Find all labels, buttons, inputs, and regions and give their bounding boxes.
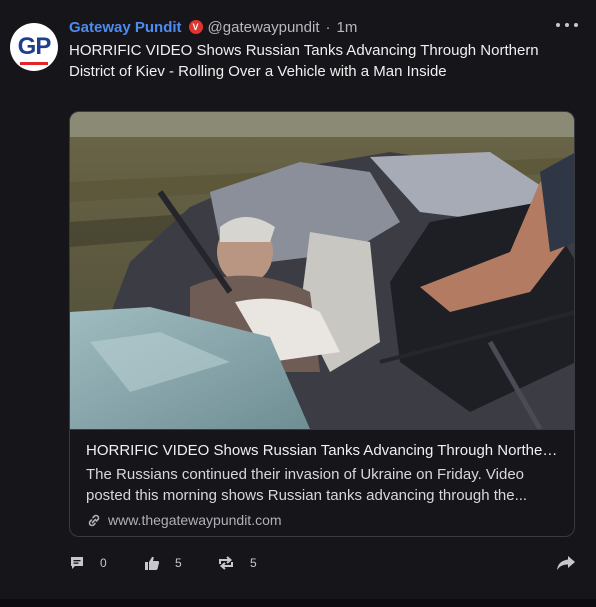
- avatar-logo-text: GP: [17, 33, 52, 60]
- share-button[interactable]: [556, 552, 576, 574]
- card-title[interactable]: HORRIFIC VIDEO Shows Russian Tanks Advan…: [86, 440, 562, 462]
- like-count: 5: [175, 556, 182, 570]
- avatar[interactable]: GP: [10, 23, 58, 71]
- more-options-button[interactable]: [556, 18, 578, 32]
- more-dot-icon: [574, 23, 578, 27]
- post-header: Gateway Pundit V @gatewaypundit · 1m: [69, 17, 357, 37]
- reblog-count: 5: [250, 556, 257, 570]
- comment-icon: [71, 557, 83, 569]
- thumbs-up-icon: [145, 556, 160, 570]
- reply-button[interactable]: 0: [69, 552, 107, 574]
- more-dot-icon: [556, 23, 560, 27]
- post-text: HORRIFIC VIDEO Shows Russian Tanks Advan…: [69, 42, 539, 80]
- link-preview-card[interactable]: HORRIFIC VIDEO Shows Russian Tanks Advan…: [69, 111, 575, 537]
- like-button[interactable]: 5: [144, 552, 182, 574]
- link-icon: [88, 514, 100, 527]
- bottom-divider: [0, 599, 596, 607]
- post: GP Gateway Pundit V @gatewaypundit · 1m …: [0, 0, 596, 607]
- card-url[interactable]: www.thegatewaypundit.com: [86, 512, 282, 528]
- card-url-text: www.thegatewaypundit.com: [108, 512, 282, 528]
- card-description: The Russians continued their invasion of…: [86, 466, 528, 504]
- more-dot-icon: [565, 23, 569, 27]
- verified-badge-icon: V: [188, 20, 203, 34]
- avatar-logo-bar: [20, 62, 48, 65]
- card-body: HORRIFIC VIDEO Shows Russian Tanks Advan…: [70, 429, 574, 536]
- separator-dot: ·: [325, 18, 331, 36]
- repost-icon: [219, 556, 233, 570]
- card-image: [70, 112, 574, 429]
- timestamp[interactable]: 1m: [337, 19, 358, 36]
- display-name[interactable]: Gateway Pundit: [69, 19, 182, 36]
- action-bar: 0 5 5: [69, 552, 579, 574]
- reply-count: 0: [100, 556, 107, 570]
- share-arrow-icon: [557, 556, 575, 570]
- reblog-button[interactable]: 5: [217, 552, 257, 574]
- user-handle[interactable]: @gatewaypundit: [208, 19, 320, 36]
